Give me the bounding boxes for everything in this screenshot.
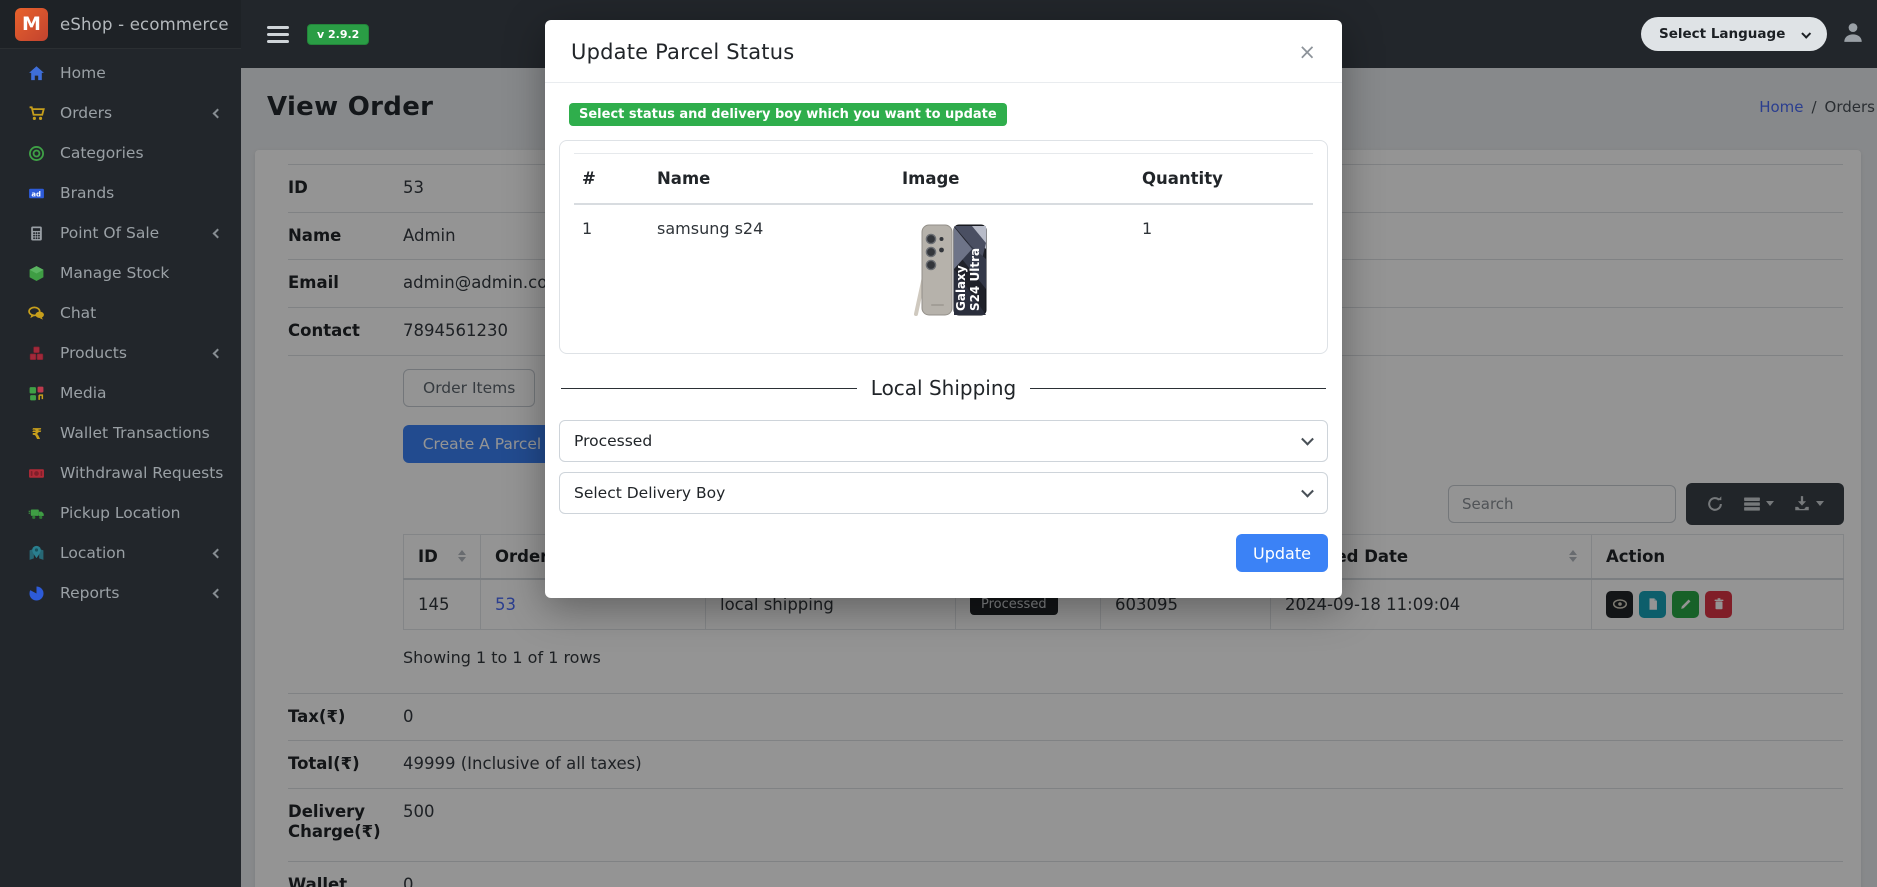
- sidebar-item-location[interactable]: Location: [0, 533, 241, 573]
- sidebar-item-media[interactable]: Media: [0, 373, 241, 413]
- chevron-left-icon: [213, 588, 223, 598]
- chat-bubbles-icon: [27, 305, 46, 322]
- cart-icon: [27, 105, 46, 122]
- modal-note-badge: Select status and delivery boy which you…: [569, 103, 1007, 126]
- close-icon[interactable]: ×: [1298, 42, 1316, 63]
- sidebar-item-wallet-transactions[interactable]: ₹ Wallet Transactions: [0, 413, 241, 453]
- banknote-icon: [27, 465, 46, 482]
- column-header-image: Image: [894, 154, 1134, 205]
- sidebar-item-products[interactable]: Products: [0, 333, 241, 373]
- pie-chart-icon: [27, 585, 46, 602]
- chevron-left-icon: [213, 108, 223, 118]
- sidebar-item-label: Location: [60, 544, 214, 562]
- sidebar-item-reports[interactable]: Reports: [0, 573, 241, 613]
- sidebar-item-label: Home: [60, 64, 221, 82]
- ad-badge-icon: ad: [27, 185, 46, 202]
- sidebar-item-label: Chat: [60, 304, 221, 322]
- svg-text:ad: ad: [31, 190, 41, 198]
- boxes-icon: [27, 345, 46, 362]
- update-button[interactable]: Update: [1236, 534, 1328, 572]
- map-pin-icon: [27, 545, 46, 562]
- hamburger-menu-icon[interactable]: [267, 26, 289, 43]
- chevron-left-icon: [213, 348, 223, 358]
- sidebar-item-brands[interactable]: ad Brands: [0, 173, 241, 213]
- update-parcel-status-modal: Update Parcel Status × Select status and…: [545, 20, 1342, 598]
- item-name: samsung s24: [649, 204, 894, 337]
- chevron-left-icon: [213, 548, 223, 558]
- sidebar: M eShop - ecommerce Home Orders Categori…: [0, 0, 241, 887]
- cube-icon: [27, 265, 46, 282]
- version-badge: v 2.9.2: [307, 24, 369, 45]
- column-header-quantity: Quantity: [1134, 154, 1313, 205]
- rupee-icon: ₹: [27, 425, 46, 442]
- sidebar-item-label: Media: [60, 384, 221, 402]
- item-index: 1: [574, 204, 649, 337]
- sidebar-item-withdrawal-requests[interactable]: Withdrawal Requests: [0, 453, 241, 493]
- column-header-index: #: [574, 154, 649, 205]
- sidebar-item-label: Point Of Sale: [60, 224, 214, 242]
- sidebar-menu: Home Orders Categories ad Brands Point O…: [0, 49, 241, 613]
- sidebar-item-label: Reports: [60, 584, 214, 602]
- app-title: eShop - ecommerce: [60, 15, 229, 34]
- parcel-status-select[interactable]: Processed: [559, 420, 1328, 462]
- sidebar-item-home[interactable]: Home: [0, 53, 241, 93]
- chevron-left-icon: [213, 228, 223, 238]
- chevron-down-icon: [1801, 28, 1811, 38]
- local-shipping-title: Local Shipping: [871, 376, 1016, 400]
- sidebar-item-label: Manage Stock: [60, 264, 221, 282]
- language-select-label: Select Language: [1659, 26, 1785, 42]
- product-image: Galaxy S24 Ultra: [902, 219, 988, 319]
- status-select-wrap: Processed: [559, 420, 1328, 462]
- app-logo-icon: M: [15, 8, 48, 41]
- item-image-cell: Galaxy S24 Ultra: [894, 204, 1134, 337]
- language-select[interactable]: Select Language: [1641, 17, 1827, 51]
- sidebar-item-point-of-sale[interactable]: Point Of Sale: [0, 213, 241, 253]
- sidebar-item-label: Orders: [60, 104, 214, 122]
- sidebar-item-label: Pickup Location: [60, 504, 221, 522]
- sidebar-item-label: Products: [60, 344, 214, 362]
- media-icon: [27, 385, 46, 402]
- sidebar-item-manage-stock[interactable]: Manage Stock: [0, 253, 241, 293]
- brand[interactable]: M eShop - ecommerce: [0, 0, 241, 49]
- svg-text:S24 Ultra: S24 Ultra: [968, 248, 982, 311]
- truck-icon: [27, 505, 46, 522]
- sidebar-item-label: Brands: [60, 184, 221, 202]
- items-header-row: # Name Image Quantity: [574, 154, 1313, 205]
- svg-text:₹: ₹: [32, 425, 42, 442]
- bullseye-icon: [27, 145, 46, 162]
- home-icon: [27, 65, 46, 82]
- parcel-items-container: # Name Image Quantity 1 samsung s24: [559, 140, 1328, 354]
- column-header-name: Name: [649, 154, 894, 205]
- sidebar-item-categories[interactable]: Categories: [0, 133, 241, 173]
- modal-title: Update Parcel Status: [571, 40, 794, 64]
- user-profile-icon[interactable]: [1841, 20, 1865, 48]
- item-quantity: 1: [1134, 204, 1313, 337]
- sidebar-item-chat[interactable]: Chat: [0, 293, 241, 333]
- sidebar-item-label: Categories: [60, 144, 221, 162]
- sidebar-item-label: Wallet Transactions: [60, 424, 221, 442]
- local-shipping-divider: Local Shipping: [559, 376, 1328, 400]
- parcel-items-table: # Name Image Quantity 1 samsung s24: [574, 153, 1313, 337]
- calculator-icon: [27, 225, 46, 242]
- sidebar-item-orders[interactable]: Orders: [0, 93, 241, 133]
- svg-text:Galaxy: Galaxy: [954, 265, 968, 311]
- sidebar-item-pickup-location[interactable]: Pickup Location: [0, 493, 241, 533]
- item-row: 1 samsung s24: [574, 204, 1313, 337]
- delivery-boy-select-wrap: Select Delivery Boy: [559, 472, 1328, 514]
- sidebar-item-label: Withdrawal Requests: [60, 464, 223, 482]
- delivery-boy-select[interactable]: Select Delivery Boy: [559, 472, 1328, 514]
